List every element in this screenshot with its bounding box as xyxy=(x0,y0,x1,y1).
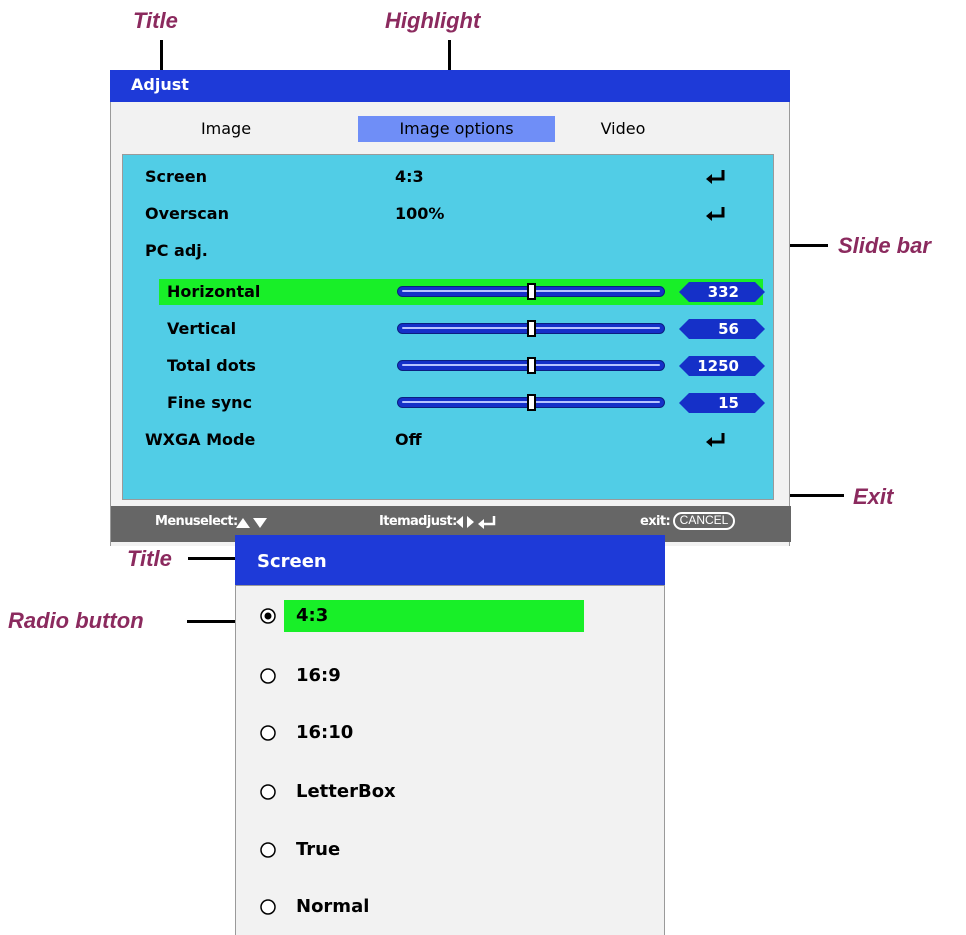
slider-thumb[interactable] xyxy=(527,357,536,374)
tab-video[interactable]: Video xyxy=(583,116,663,142)
vertical-value: 56 xyxy=(718,320,739,338)
row-wxga-mode-label: WXGA Mode xyxy=(145,430,256,449)
radio-icon[interactable] xyxy=(260,668,276,684)
left-right-arrows-icon xyxy=(456,516,474,528)
row-pc-adj: PC adj. xyxy=(123,237,773,265)
value-badge: 15 xyxy=(679,393,765,413)
row-overscan-value: 100% xyxy=(395,204,445,223)
slider-thumb[interactable] xyxy=(527,283,536,300)
option-4-3[interactable]: 4:3 xyxy=(236,600,666,632)
screen-title: Screen xyxy=(257,551,327,572)
option-16-10[interactable]: 16:10 xyxy=(236,717,666,749)
row-horizontal-label: Horizontal xyxy=(167,282,261,301)
row-wxga-mode-value: Off xyxy=(395,430,422,449)
slider-thumb[interactable] xyxy=(527,320,536,337)
option-16-9[interactable]: 16:9 xyxy=(236,660,666,692)
callout-title-screen: Title xyxy=(127,546,172,571)
cancel-button[interactable]: CANCEL xyxy=(673,512,735,530)
cancel-label: CANCEL xyxy=(679,513,729,527)
radio-icon[interactable] xyxy=(260,784,276,800)
callout-radio-button: Radio button xyxy=(8,608,144,633)
enter-icon xyxy=(706,433,725,447)
row-vertical-label: Vertical xyxy=(167,319,237,338)
option-16-9-label: 16:9 xyxy=(296,665,341,686)
fine-sync-slider[interactable] xyxy=(397,394,665,411)
radio-icon[interactable] xyxy=(260,899,276,915)
row-screen[interactable]: Screen 4:3 xyxy=(123,163,773,191)
row-total-dots[interactable]: Total dots 1250 xyxy=(123,352,773,380)
row-wxga-mode[interactable]: WXGA Mode Off xyxy=(123,426,773,454)
row-vertical[interactable]: Vertical 56 xyxy=(123,315,773,343)
screen-title-bar: Screen xyxy=(235,535,665,585)
radio-icon[interactable] xyxy=(260,842,276,858)
radio-icon[interactable] xyxy=(260,725,276,741)
option-4-3-label: 4:3 xyxy=(296,605,329,626)
adjust-window: Adjust Image Image options Video Screen … xyxy=(110,70,791,546)
item-adjust-hint: Itemadjust: xyxy=(379,514,457,529)
total-dots-slider[interactable] xyxy=(397,357,665,374)
adjust-body: Image Image options Video Screen 4:3 Ove… xyxy=(110,102,791,546)
fine-sync-value: 15 xyxy=(718,394,739,412)
row-pc-adj-label: PC adj. xyxy=(145,241,208,260)
row-overscan-label: Overscan xyxy=(145,204,229,223)
row-screen-label: Screen xyxy=(145,167,207,186)
total-dots-value: 1250 xyxy=(697,357,739,375)
callout-exit: Exit xyxy=(853,484,894,509)
row-screen-value: 4:3 xyxy=(395,167,424,186)
adjust-title: Adjust xyxy=(131,75,189,94)
option-true[interactable]: True xyxy=(236,834,666,866)
menu-select-hint: Menuselect: xyxy=(155,514,238,529)
value-badge: 56 xyxy=(679,319,765,339)
exit-hint: exit: xyxy=(640,514,671,529)
slider-thumb[interactable] xyxy=(527,394,536,411)
row-horizontal[interactable]: Horizontal 332 xyxy=(123,278,773,306)
adjust-title-bar: Adjust xyxy=(110,70,790,102)
settings-panel: Screen 4:3 Overscan 100% PC adj. Horizon… xyxy=(122,154,774,500)
option-normal-label: Normal xyxy=(296,896,370,917)
value-badge: 1250 xyxy=(679,356,765,376)
callout-title-top: Title xyxy=(133,8,178,33)
option-true-label: True xyxy=(296,839,341,860)
radio-selected-icon[interactable] xyxy=(260,608,276,624)
tab-image[interactable]: Image xyxy=(166,116,286,142)
screen-options-body: 4:3 16:9 16:10 LetterBox True Normal xyxy=(235,585,665,935)
tab-image-options[interactable]: Image options xyxy=(358,116,555,142)
callout-highlight: Highlight xyxy=(385,8,481,33)
option-letterbox-label: LetterBox xyxy=(296,781,396,802)
row-fine-sync-label: Fine sync xyxy=(167,393,253,412)
up-down-arrows-icon xyxy=(236,518,267,528)
screen-window: Screen 4:3 16:9 16:10 LetterBox True Nor… xyxy=(235,535,665,935)
option-16-10-label: 16:10 xyxy=(296,722,354,743)
row-fine-sync[interactable]: Fine sync 15 xyxy=(123,389,773,417)
option-normal[interactable]: Normal xyxy=(236,891,666,923)
value-badge: 332 xyxy=(679,282,765,302)
horizontal-slider[interactable] xyxy=(397,283,665,300)
enter-icon xyxy=(706,170,725,184)
horizontal-value: 332 xyxy=(707,283,739,301)
callout-slide-bar: Slide bar xyxy=(838,233,931,258)
row-overscan[interactable]: Overscan 100% xyxy=(123,200,773,228)
row-total-dots-label: Total dots xyxy=(167,356,256,375)
enter-icon xyxy=(706,207,725,221)
option-letterbox[interactable]: LetterBox xyxy=(236,776,666,808)
enter-icon xyxy=(478,516,496,529)
vertical-slider[interactable] xyxy=(397,320,665,337)
